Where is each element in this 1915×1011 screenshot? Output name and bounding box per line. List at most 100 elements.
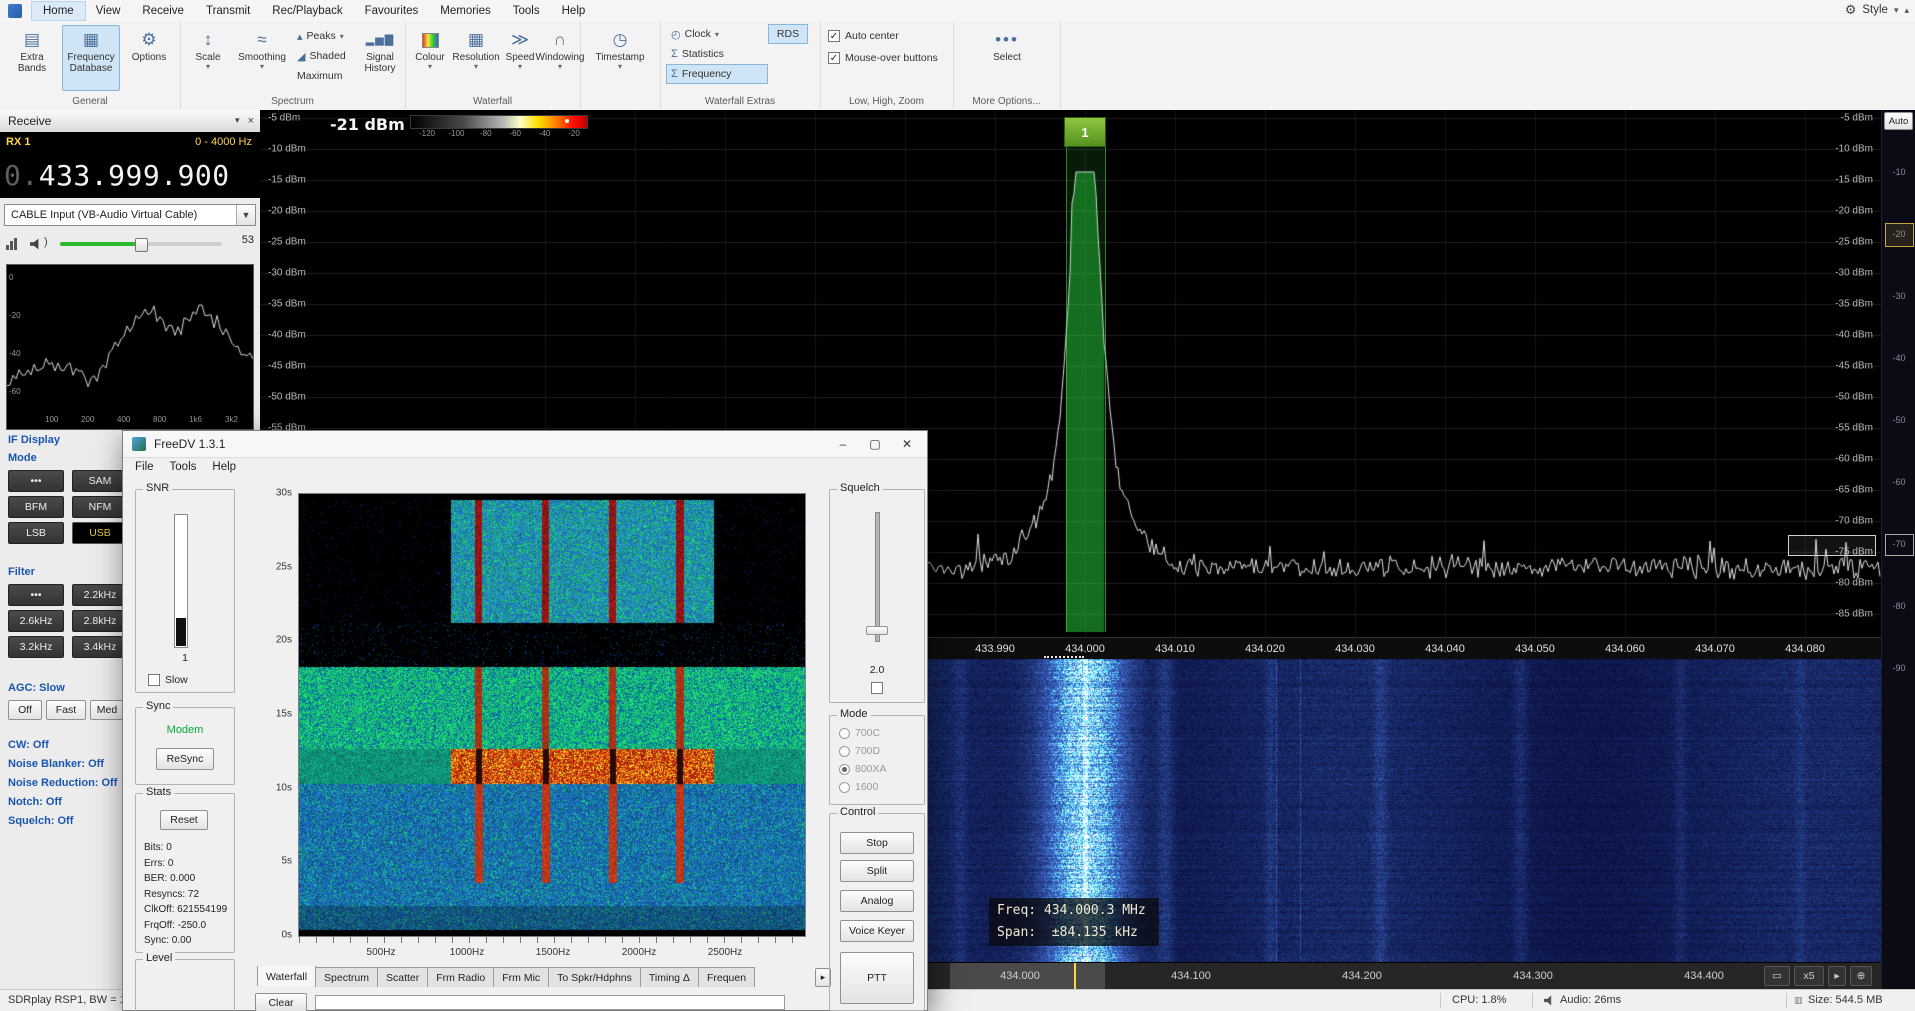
filter-3k4-button[interactable]: 3.4kHz: [72, 636, 128, 658]
smoothing-button[interactable]: ≈ Smoothing ▾: [234, 25, 290, 91]
analog-button[interactable]: Analog: [840, 890, 914, 912]
mode-more-button[interactable]: •••: [8, 470, 64, 492]
freedv-tab[interactable]: Frm Mic: [493, 967, 549, 987]
extra-bands-button[interactable]: ▤ Extra Bands: [6, 25, 58, 91]
filter-2k6-button[interactable]: 2.6kHz: [8, 610, 64, 632]
auto-range-button[interactable]: Auto: [1884, 112, 1913, 130]
panel-collapse-icon[interactable]: ▾: [235, 115, 240, 127]
menu-tab[interactable]: Receive: [131, 2, 195, 20]
filter-2k2-button[interactable]: 2.2kHz: [72, 584, 128, 606]
menu-help[interactable]: Help: [204, 458, 244, 479]
clock-button[interactable]: ◴ Clock ▾: [666, 24, 768, 44]
equalizer-icon[interactable]: [6, 238, 17, 250]
freedv-tab[interactable]: Scatter: [377, 967, 428, 987]
signal-history-button[interactable]: ▂▅▇ Signal History: [358, 25, 402, 91]
agc-med-button[interactable]: Med: [90, 700, 124, 720]
scale-button[interactable]: ↕ Scale ▾: [186, 25, 230, 91]
peaks-button[interactable]: ▴ Peaks ▾: [292, 26, 366, 46]
freedv-tab[interactable]: To Spkr/Hdphns: [548, 967, 641, 987]
volume-handle[interactable]: [135, 238, 148, 252]
menu-tab[interactable]: View: [85, 2, 132, 20]
select-button[interactable]: ••• Select: [979, 25, 1035, 91]
mode-sam-button[interactable]: SAM: [72, 470, 128, 492]
radio-1600[interactable]: [839, 782, 850, 793]
options-button[interactable]: ⚙ Options: [124, 25, 174, 91]
filter-passband[interactable]: [1066, 117, 1106, 632]
agc-fast-button[interactable]: Fast: [46, 700, 86, 720]
mode-nfm-button[interactable]: NFM: [72, 496, 128, 518]
freedv-tab[interactable]: Frequen: [698, 967, 755, 987]
freedv-waterfall-plot[interactable]: [298, 493, 806, 937]
split-button[interactable]: Split: [840, 860, 914, 882]
input-device-select[interactable]: CABLE Input (VB-Audio Virtual Cable) ▼: [4, 204, 256, 226]
panel-close-icon[interactable]: ×: [248, 115, 254, 127]
menu-file[interactable]: File: [127, 458, 162, 479]
freedv-window[interactable]: FreeDV 1.3.1 – ▢ ✕ File Tools Help SNR 1…: [122, 430, 928, 1011]
frequency-display[interactable]: 0.433.999.900: [0, 152, 260, 198]
zoom-in-button[interactable]: ⊕: [1850, 966, 1872, 986]
stop-button[interactable]: Stop: [840, 832, 914, 854]
filter-2k8-button[interactable]: 2.8kHz: [72, 610, 128, 632]
squelch-slider-track[interactable]: [875, 512, 880, 642]
menu-tools[interactable]: Tools: [162, 458, 205, 479]
clear-button[interactable]: Clear: [255, 993, 307, 1011]
filter-3k2-button[interactable]: 3.2kHz: [8, 636, 64, 658]
radio-800xa[interactable]: [839, 764, 850, 775]
rds-toggle[interactable]: RDS: [768, 24, 808, 44]
freedv-titlebar[interactable]: FreeDV 1.3.1 – ▢ ✕: [123, 431, 927, 458]
volume-slider[interactable]: [60, 242, 222, 246]
filter-more-button[interactable]: •••: [8, 584, 64, 606]
squelch-checkbox[interactable]: [871, 682, 883, 694]
freedv-tab[interactable]: Timing Δ: [640, 967, 699, 987]
minimize-button[interactable]: –: [827, 433, 859, 454]
speed-button[interactable]: ≫ Speed ▾: [502, 25, 538, 91]
maximum-button[interactable]: Maximum: [292, 66, 366, 86]
voice-keyer-button[interactable]: Voice Keyer: [840, 920, 914, 942]
freedv-tab[interactable]: Spectrum: [315, 967, 378, 987]
gear-icon[interactable]: ⚙: [1845, 2, 1857, 18]
shaded-button[interactable]: ◢ Shaded: [292, 46, 366, 66]
windowing-button[interactable]: ∩ Windowing ▾: [540, 25, 580, 91]
frequency-database-button[interactable]: ▦ Frequency Database: [62, 25, 120, 91]
statistics-button[interactable]: Σ Statistics: [666, 44, 768, 64]
freedv-tab[interactable]: Waterfall: [257, 966, 316, 986]
collapse-ribbon-icon[interactable]: ▴: [1904, 5, 1909, 16]
style-button[interactable]: Style: [1862, 4, 1888, 16]
palette-legend[interactable]: [410, 115, 588, 129]
zoom-level-button[interactable]: x5: [1794, 966, 1824, 986]
maximize-button[interactable]: ▢: [859, 433, 891, 454]
menu-tab[interactable]: Help: [551, 2, 597, 20]
nav-right-button[interactable]: ▸: [1828, 966, 1846, 986]
colour-button[interactable]: Colour ▾: [410, 25, 450, 91]
menu-tab[interactable]: Favourites: [354, 2, 430, 20]
freedv-tab[interactable]: Frm Radio: [427, 967, 494, 987]
mode-bfm-button[interactable]: BFM: [8, 496, 64, 518]
menu-tab[interactable]: Transmit: [195, 2, 261, 20]
squelch-slider-handle[interactable]: [866, 626, 888, 635]
menu-tab[interactable]: Rec/Playback: [261, 2, 353, 20]
menu-tab[interactable]: Home: [32, 2, 85, 20]
reset-button[interactable]: Reset: [160, 810, 208, 830]
timestamp-button[interactable]: ◷ Timestamp ▾: [594, 25, 646, 91]
rx-marker[interactable]: 1: [1064, 117, 1106, 147]
radio-700d[interactable]: [839, 746, 850, 757]
snr-slow-checkbox[interactable]: Slow: [148, 674, 188, 686]
menu-tab[interactable]: Memories: [429, 2, 501, 20]
auto-center-checkbox[interactable]: ✓ Auto center: [828, 30, 899, 42]
close-button[interactable]: ✕: [891, 433, 923, 454]
menu-tab[interactable]: Tools: [502, 2, 551, 20]
chevron-down-icon[interactable]: ▾: [1894, 5, 1899, 16]
chevron-down-icon[interactable]: ▼: [236, 205, 255, 225]
display-mode-button[interactable]: ▭: [1764, 966, 1790, 986]
mode-lsb-button[interactable]: LSB: [8, 522, 64, 544]
receive-titlebar[interactable]: Receive ▾ ×: [0, 110, 260, 133]
mode-usb-button[interactable]: USB: [72, 522, 128, 544]
resync-button[interactable]: ReSync: [156, 748, 214, 770]
radio-700c[interactable]: [839, 728, 850, 739]
text-output-field[interactable]: [315, 995, 785, 1010]
speaker-icon[interactable]: [30, 238, 44, 250]
mouse-over-buttons-checkbox[interactable]: ✓ Mouse-over buttons: [828, 52, 938, 64]
resolution-button[interactable]: ▦ Resolution ▾: [452, 25, 500, 91]
scale-highlight-box[interactable]: [1885, 223, 1914, 247]
agc-off-button[interactable]: Off: [8, 700, 42, 720]
